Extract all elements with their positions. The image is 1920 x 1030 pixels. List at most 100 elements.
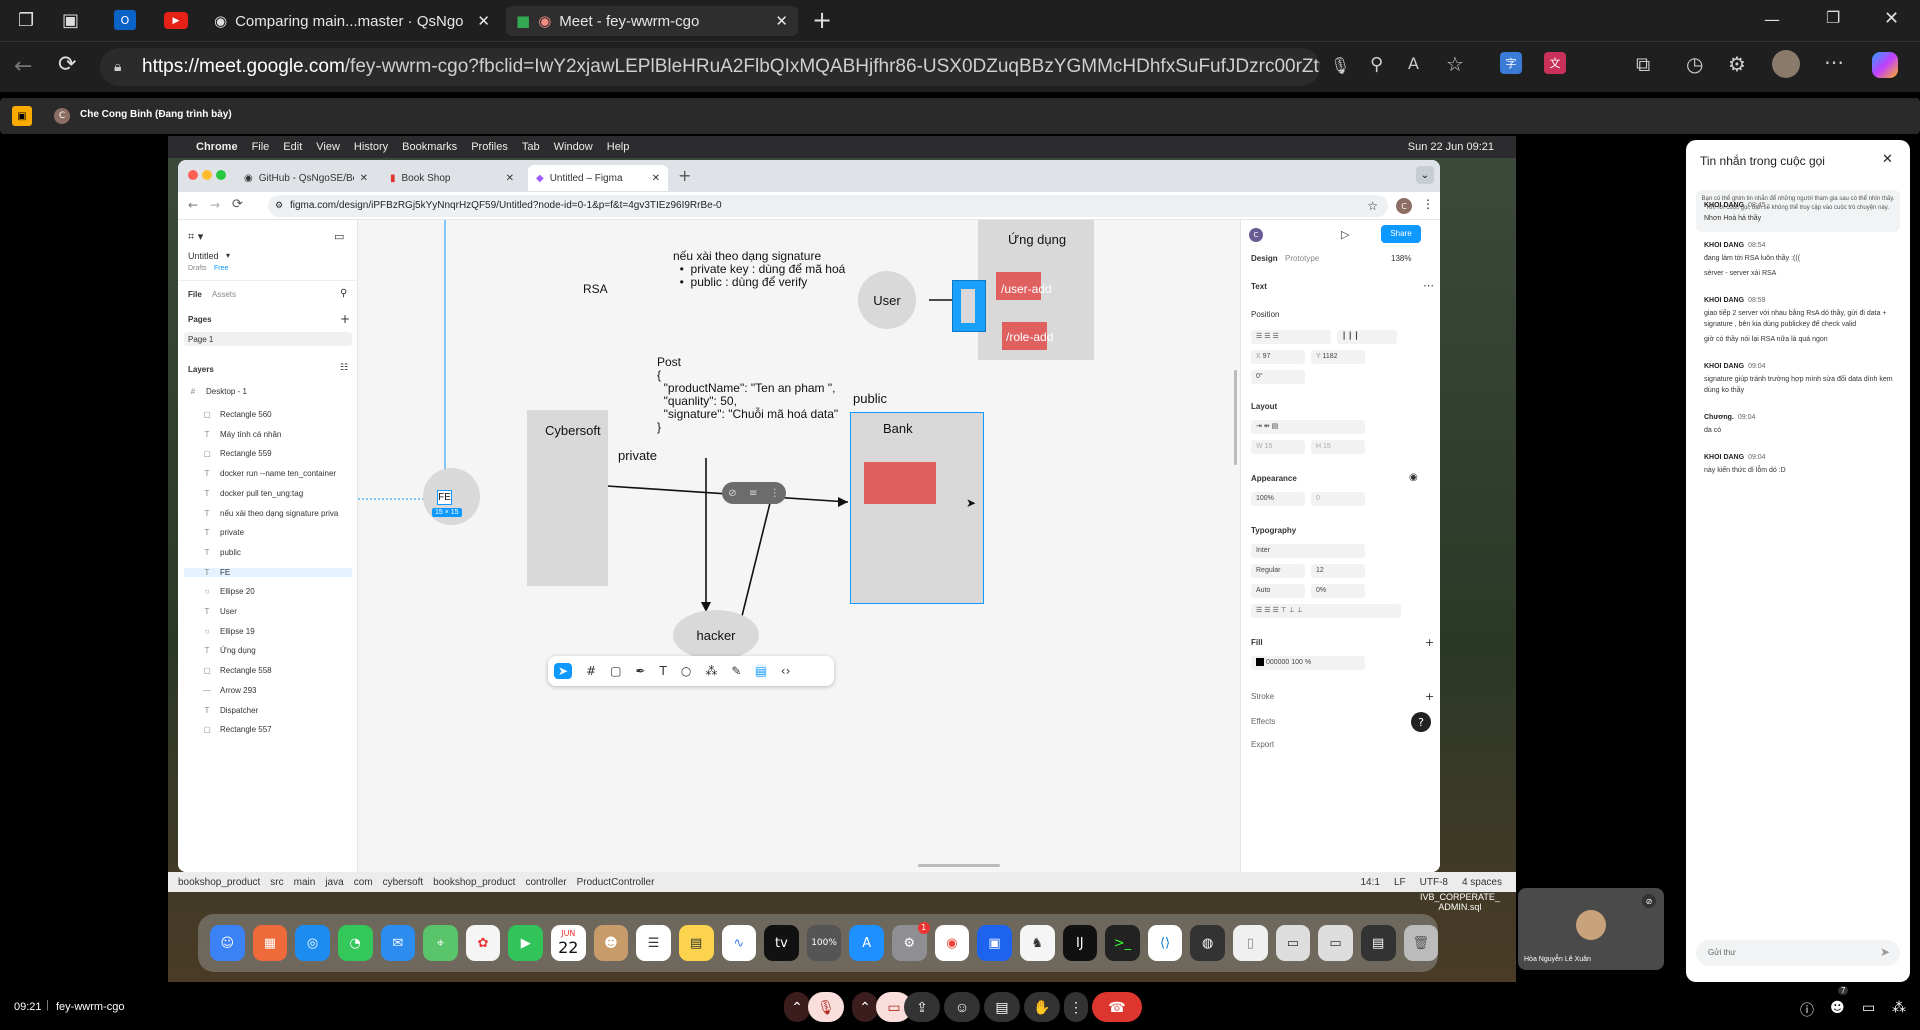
menu-window[interactable]: Window (554, 141, 593, 153)
figma-main-menu-icon[interactable]: ⌗ ▾ (188, 230, 203, 244)
contacts-icon[interactable]: ☻ (593, 925, 629, 961)
participant-tile[interactable]: ⊘ Hòa Nguyễn Lê Xuân (1518, 888, 1664, 970)
align-controls[interactable]: ☰ ☰ ☰ (1251, 330, 1331, 344)
font-family-select[interactable]: Inter (1251, 544, 1365, 558)
comment-tool-icon[interactable]: ○ (681, 664, 691, 678)
photos-icon[interactable]: ✿ (465, 925, 501, 961)
more-icon[interactable]: ⋮ (770, 488, 780, 499)
layer-item[interactable]: T FE (184, 567, 352, 577)
calendar-icon[interactable]: JUN 22 (551, 925, 586, 961)
bank-label[interactable]: Bank (883, 421, 913, 436)
intellij-icon[interactable]: IJ (1062, 925, 1098, 961)
collections-icon[interactable]: ⚙ (1728, 52, 1746, 76)
font-size-select[interactable]: 12 (1311, 564, 1365, 578)
messages-icon[interactable]: ◔ (337, 925, 373, 961)
close-icon[interactable]: ✕ (477, 12, 490, 30)
chevron-down-icon[interactable]: ▾ (226, 251, 230, 260)
indent[interactable]: 4 spaces (1462, 877, 1502, 888)
menu-edit[interactable]: Edit (283, 141, 302, 153)
rectangle-tool-icon[interactable]: ▢ (610, 664, 621, 678)
breadcrumb-item[interactable]: main (294, 877, 316, 888)
copilot-icon[interactable] (1872, 52, 1898, 78)
menu-profiles[interactable]: Profiles (471, 141, 508, 153)
add-page-icon[interactable]: + (340, 312, 350, 326)
extension-dict-icon[interactable]: 文 (1544, 52, 1566, 74)
menu-view[interactable]: View (316, 141, 340, 153)
line-ending[interactable]: LF (1394, 877, 1406, 888)
chat-icon[interactable]: ▭ (1862, 1000, 1875, 1016)
user-add-label[interactable]: /user-add (1001, 282, 1052, 296)
breadcrumb-item[interactable]: bookshop_product (433, 877, 515, 888)
zoom-percent-icon[interactable]: 100% (806, 925, 842, 961)
zoom-dot[interactable] (216, 170, 226, 180)
figma-canvas[interactable]: Ứng dụng /user-add /role-add User nếu xà… (358, 220, 1240, 872)
help-icon[interactable]: ? (1411, 712, 1431, 732)
app-label[interactable]: Ứng dụng (1008, 232, 1066, 247)
cybersoft-label[interactable]: Cybersoft (545, 423, 601, 438)
restore-icon[interactable]: ❐ (1826, 8, 1840, 27)
mail-icon[interactable]: ✉ (380, 925, 416, 961)
opacity-field[interactable]: 100% (1251, 492, 1305, 506)
dev-mode-icon[interactable]: ‹› (781, 664, 791, 678)
close-dot[interactable] (188, 170, 198, 180)
layer-item[interactable]: Tprivate (202, 528, 244, 537)
facetime-icon[interactable]: ▶ (508, 925, 543, 961)
tab-meet[interactable]: ■ ◉ Meet - fey-wwrm-cgo ✕ (506, 6, 798, 36)
chrome-icon[interactable]: ◉ (934, 925, 970, 961)
menu-history[interactable]: History (354, 141, 388, 153)
people-icon[interactable]: ☻ (1830, 1000, 1845, 1016)
plan-badge[interactable]: Free (214, 265, 228, 272)
user-avatar[interactable]: C (1249, 228, 1263, 242)
layer-item[interactable]: T Máy tính cá nhân (202, 430, 282, 439)
address-bar[interactable]: 🔒︎ https://meet.google.com/fey-wwrm-cgo?… (100, 48, 1320, 86)
font-weight-select[interactable]: Regular (1251, 564, 1305, 578)
drafts-label[interactable]: Drafts (188, 265, 207, 272)
tab-assets[interactable]: Assets (212, 290, 236, 299)
bookmark-star-icon[interactable]: ☆ (1367, 195, 1378, 217)
leave-call-button[interactable]: ☎ (1092, 992, 1142, 1022)
terminal-icon[interactable]: >_ (1105, 925, 1140, 961)
chrome-tab-figma[interactable]: ◆ Untitled – Figma ✕ (528, 165, 668, 191)
more-options-button[interactable]: ⋮ (1064, 992, 1088, 1022)
x-field[interactable]: X 97 (1251, 350, 1305, 364)
document-icon[interactable]: ▯ (1233, 925, 1268, 961)
dispatcher-rect[interactable] (952, 280, 986, 332)
microphone-icon[interactable]: 🎙︎ (1330, 56, 1350, 75)
desktop-file-label[interactable]: IVB_CORPERATE_ ADMIN.sql (1420, 892, 1500, 912)
text-tool-icon[interactable]: T (660, 664, 667, 678)
page-item[interactable]: Page 1 (184, 332, 352, 346)
disk-icon[interactable]: ▤ (1360, 925, 1396, 961)
rsa-label[interactable]: RSA (583, 282, 608, 296)
minimize-icon[interactable]: — (1764, 10, 1780, 29)
y-field[interactable]: Y 1182 (1311, 350, 1365, 364)
menu-file[interactable]: File (252, 141, 270, 153)
profile-avatar[interactable] (1772, 50, 1800, 78)
raise-hand-button[interactable]: ✋ (1024, 992, 1060, 1022)
color-swatch[interactable] (1256, 658, 1264, 667)
db-tool-icon[interactable]: ♞ (1019, 925, 1055, 961)
breadcrumb-item[interactable]: bookshop_product (178, 877, 260, 888)
private-label[interactable]: private (618, 448, 657, 463)
docker-icon[interactable]: ▣ (977, 925, 1012, 961)
actions-tool-icon[interactable]: ⁂ (705, 664, 717, 678)
letter-spacing-field[interactable]: 0% (1311, 584, 1365, 598)
arrow-hacker-up[interactable] (741, 494, 773, 617)
tab-prototype[interactable]: Prototype (1285, 254, 1319, 263)
close-icon[interactable]: ✕ (1882, 152, 1893, 167)
valign-controls[interactable]: ┃ ┃ ┃ (1337, 330, 1397, 344)
outlook-tab-icon[interactable]: O (114, 10, 136, 30)
layer-item[interactable]: Tnếu xài theo dạng signature priva (202, 509, 339, 518)
info-icon[interactable]: ⓘ (1800, 1000, 1814, 1020)
reload-icon[interactable]: ⟳ (232, 197, 243, 212)
forward-icon[interactable]: → (210, 198, 220, 212)
notes-icon[interactable]: ▤ (678, 925, 714, 961)
hacker-ellipse[interactable]: hacker (673, 610, 759, 660)
zoom-level[interactable]: 138% (1391, 254, 1411, 263)
chrome-tab-bookshop[interactable]: ▮ Book Shop ✕ (382, 165, 522, 191)
remove-fill-icon[interactable]: ⊘ (728, 488, 736, 499)
pen-tool-icon[interactable]: ✒ (635, 664, 645, 678)
public-label[interactable]: public (853, 391, 887, 406)
file-name[interactable]: Untitled (188, 251, 219, 261)
corner-radius-field[interactable]: 0 (1311, 492, 1365, 506)
youtube-tab-icon[interactable]: ▶ (164, 12, 188, 29)
